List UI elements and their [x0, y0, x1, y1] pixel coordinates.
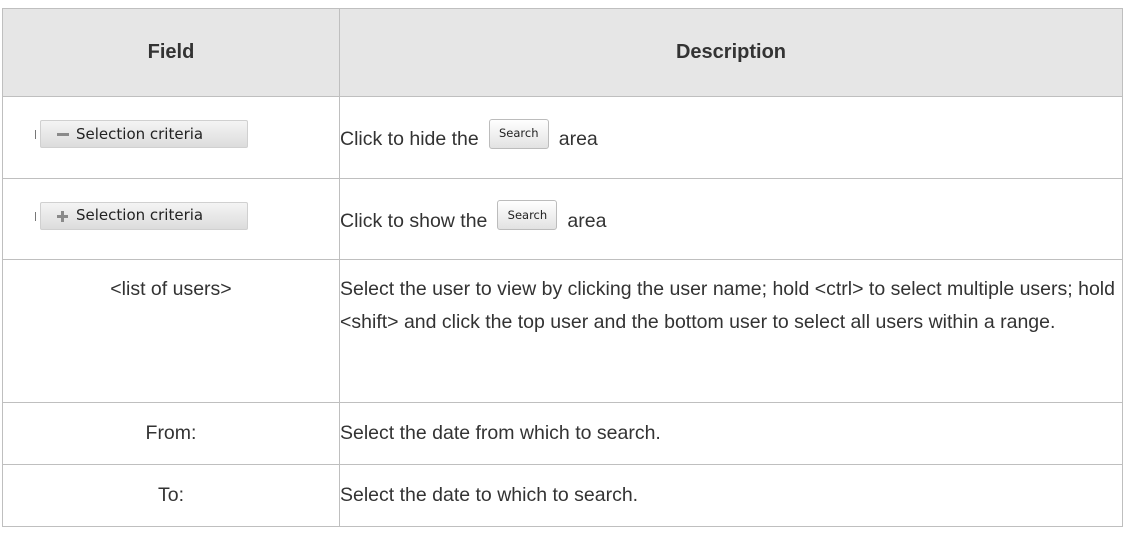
description-text: Click to show the — [340, 209, 488, 232]
field-cell: To: — [2, 464, 340, 527]
selection-criteria-label: Selection criteria — [76, 124, 204, 143]
selection-criteria-collapse-widget: Selection criteria — [35, 118, 248, 151]
field-cell: Selection criteria — [2, 96, 340, 179]
description-cell: Select the date to which to search. — [339, 464, 1123, 527]
search-button-image: Search — [497, 200, 558, 231]
document-page: Field Description Selection criteria Cli… — [0, 0, 1124, 556]
selection-criteria-expand-button[interactable]: Selection criteria — [40, 201, 248, 230]
divider-tick — [35, 211, 36, 221]
selection-criteria-label: Selection criteria — [76, 206, 204, 225]
description-cell: Click to hide the Search area — [339, 96, 1123, 179]
table-row: Selection criteria Click to show the Sear… — [2, 178, 1123, 260]
column-header-field: Field — [2, 8, 340, 97]
field-cell: Selection criteria — [2, 178, 340, 260]
field-cell: From: — [2, 402, 340, 465]
column-header-description: Description — [339, 8, 1123, 97]
minus-icon — [57, 128, 69, 140]
table-row: <list of users> Select the user to view … — [2, 259, 1123, 403]
selection-criteria-expand-widget: Selection criteria — [35, 200, 248, 233]
field-description-table: Field Description Selection criteria Cli… — [2, 8, 1123, 527]
table-header-row: Field Description — [2, 8, 1123, 97]
description-cell: Select the user to view by clicking the … — [339, 259, 1123, 403]
table-row: To: Select the date to which to search. — [2, 464, 1123, 527]
search-button-image: Search — [488, 118, 549, 149]
description-cell: Select the date from which to search. — [339, 402, 1123, 465]
description-text-end: area — [558, 128, 598, 151]
divider-tick — [35, 130, 36, 140]
selection-criteria-collapse-button[interactable]: Selection criteria — [40, 120, 248, 149]
description-text-end: area — [567, 209, 607, 232]
description-text: Click to hide the — [340, 128, 479, 151]
field-cell: <list of users> — [2, 259, 340, 403]
description-cell: Click to show the Search area — [339, 178, 1123, 260]
plus-icon — [57, 210, 69, 222]
table-row: From: Select the date from which to sear… — [2, 402, 1123, 465]
table-row: Selection criteria Click to hide the Sear… — [2, 96, 1123, 179]
